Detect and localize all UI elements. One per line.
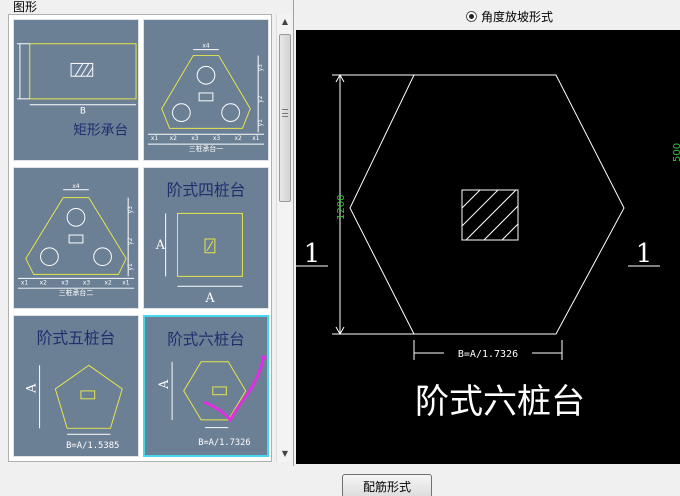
tile-stepped-four-pile[interactable]: 阶式四桩台 A A	[143, 167, 269, 309]
tile-stepped-six-pile[interactable]: 阶式六桩台 A B=A/1.7326	[143, 315, 269, 457]
scroll-up-arrow-icon[interactable]: ▲	[277, 14, 293, 30]
rebar-form-button[interactable]: 配筋形式	[342, 474, 432, 496]
svg-text:A: A	[25, 383, 40, 394]
svg-text:A: A	[204, 291, 215, 306]
svg-text:x1: x1	[122, 280, 129, 286]
section-mark-left: 1	[304, 239, 321, 269]
svg-text:x1: x1	[151, 136, 158, 142]
svg-text:x2: x2	[105, 280, 112, 286]
svg-text:y3: y3	[258, 64, 264, 71]
gallery-scrollbar[interactable]: ▲ ▼	[276, 14, 292, 462]
radio-checked-icon[interactable]	[466, 10, 477, 22]
svg-text:x4: x4	[72, 184, 79, 190]
svg-text:x3: x3	[213, 136, 220, 142]
three-pile-cap-2-drawing: x4 y3 y2 y1 x1 x2 x3 x3 x2 x1 三桩承台二	[17, 184, 134, 297]
formula-label: B=A/1.7326	[198, 438, 250, 448]
svg-text:x3: x3	[61, 280, 68, 286]
svg-text:y1: y1	[128, 263, 134, 270]
angle-slope-radio[interactable]: 角度放坡形式	[466, 8, 553, 24]
tile-label: 阶式六桩台	[167, 330, 244, 348]
tile-label: 三桩承台一	[189, 144, 224, 153]
svg-text:x3: x3	[191, 136, 198, 142]
tile-label: 矩形承台	[73, 122, 128, 138]
rect-cap-drawing: B 矩形承台	[16, 43, 137, 138]
group-title: 图形	[12, 0, 39, 14]
shape-group: B 矩形承台 x4 y3 y2 y1 x1 x2 x3 x3 x2 x1 三桩承…	[0, 0, 294, 466]
tile-label: 阶式五桩台	[37, 329, 116, 348]
edge-dim-label: 500	[672, 143, 680, 162]
scroll-down-arrow-icon[interactable]: ▼	[277, 446, 293, 462]
preview-canvas: 1200 500 1 1 B=A/1.7326 阶式六桩台	[296, 30, 680, 464]
preview-title: 阶式六桩台	[415, 382, 585, 422]
shape-gallery[interactable]: B 矩形承台 x4 y3 y2 y1 x1 x2 x3 x3 x2 x1 三桩承…	[8, 14, 272, 462]
svg-text:x2: x2	[170, 136, 177, 142]
scrollbar-thumb[interactable]	[279, 34, 291, 202]
tile-stepped-five-pile[interactable]: 阶式五桩台 A B=A/1.5385	[13, 315, 139, 457]
tile-rect-cap[interactable]: B 矩形承台	[13, 19, 139, 161]
stepped-six-pile-drawing: 阶式六桩台 A B=A/1.7326	[156, 330, 267, 448]
section-mark-right: 1	[636, 239, 653, 269]
svg-text:y2: y2	[258, 95, 264, 102]
svg-text:A: A	[156, 379, 171, 390]
svg-text:x3: x3	[83, 280, 90, 286]
svg-text:x2: x2	[235, 136, 242, 142]
hexagon-outline	[349, 74, 625, 335]
formula-label: B=A/1.7326	[458, 349, 518, 360]
tile-label: 阶式四桩台	[167, 181, 246, 200]
svg-text:x1: x1	[21, 280, 28, 286]
three-pile-cap-1-drawing: x4 y3 y2 y1 x1 x2 x3 x3 x2 x1 三桩承台一	[147, 44, 264, 153]
svg-text:y1: y1	[258, 119, 264, 126]
svg-text:x4: x4	[202, 44, 209, 50]
svg-text:x2: x2	[40, 280, 47, 286]
scrollbar-grip-icon	[282, 109, 288, 117]
bottom-bar: 配筋形式	[0, 466, 680, 496]
tile-label: 三桩承台二	[59, 288, 94, 297]
tile-three-pile-cap-2[interactable]: x4 y3 y2 y1 x1 x2 x3 x3 x2 x1 三桩承台二	[13, 167, 139, 309]
formula-label: B=A/1.5385	[66, 441, 119, 451]
check-mark-icon	[203, 354, 267, 423]
height-dim-label: 1200	[336, 195, 347, 220]
svg-text:A: A	[155, 238, 166, 253]
tile-three-pile-cap-1[interactable]: x4 y3 y2 y1 x1 x2 x3 x3 x2 x1 三桩承台一	[143, 19, 269, 161]
stepped-four-pile-drawing: 阶式四桩台 A A	[155, 181, 246, 306]
svg-text:y3: y3	[128, 206, 134, 213]
svg-text:y2: y2	[128, 237, 134, 244]
stepped-five-pile-drawing: 阶式五桩台 A B=A/1.5385	[25, 329, 123, 451]
preview-drawing: 1200 500 1 1 B=A/1.7326 阶式六桩台	[296, 73, 680, 422]
dim-b-label: B	[80, 107, 86, 117]
svg-text:x1: x1	[252, 136, 259, 142]
radio-label: 角度放坡形式	[481, 9, 554, 24]
